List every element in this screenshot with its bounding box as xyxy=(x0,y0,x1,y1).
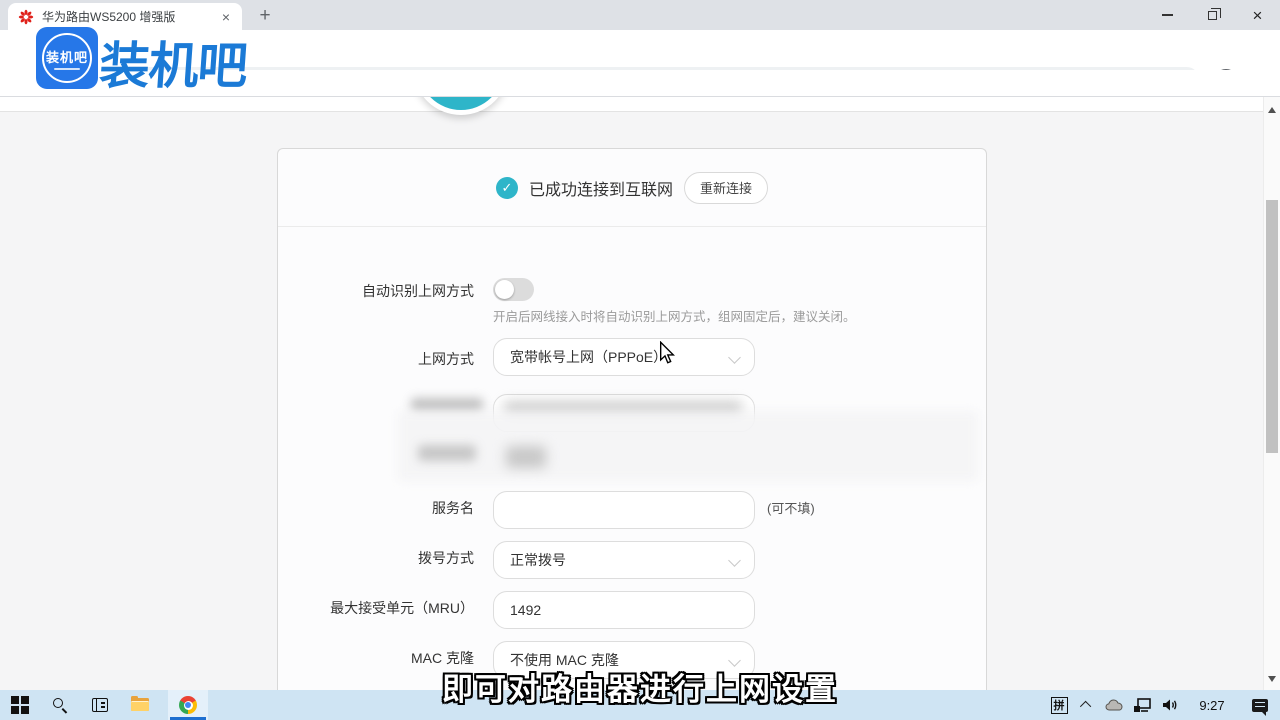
mru-value: 1492 xyxy=(510,602,541,618)
dial-mode-label: 拨号方式 xyxy=(418,548,474,568)
service-name-input[interactable] xyxy=(493,491,755,529)
tab-close-icon[interactable]: × xyxy=(218,9,234,25)
conn-type-label: 上网方式 xyxy=(418,349,474,369)
reconnect-button[interactable]: 重新连接 xyxy=(684,172,768,204)
watermark-badge: 装机吧 xyxy=(36,27,98,89)
close-icon: × xyxy=(1253,7,1263,24)
scroll-up-arrow-icon[interactable] xyxy=(1268,107,1276,113)
window-close-button[interactable]: × xyxy=(1235,0,1280,30)
auto-detect-label: 自动识别上网方式 xyxy=(362,281,474,301)
screen: 华为路由WS5200 增强版 × + × ← 192.168.3.1/html/… xyxy=(0,0,1280,720)
watermark-badge-text: 装机吧 xyxy=(46,47,88,66)
window-restore-button[interactable] xyxy=(1190,0,1235,30)
mru-input[interactable]: 1492 xyxy=(493,591,755,629)
connection-status-row: ✓ 已成功连接到互联网 重新连接 xyxy=(278,149,986,226)
tab-title: 华为路由WS5200 增强版 xyxy=(42,8,218,25)
watermark-badge-ring: 装机吧 xyxy=(42,33,92,83)
chevron-down-icon xyxy=(728,351,741,364)
blur-overlay xyxy=(398,411,978,481)
success-check-icon: ✓ xyxy=(496,177,518,199)
window-minimize-button[interactable] xyxy=(1145,0,1190,30)
conn-type-value: 宽带帐号上网（PPPoE） xyxy=(510,349,667,365)
card-divider xyxy=(278,226,986,227)
minimize-icon xyxy=(1162,14,1173,16)
video-subtitle: 即可对路由器进行上网设置 xyxy=(0,664,1280,709)
page-scrollbar[interactable] xyxy=(1263,97,1280,690)
auto-detect-toggle[interactable] xyxy=(493,278,534,301)
new-tab-button[interactable]: + xyxy=(252,4,278,28)
page-header-band xyxy=(0,97,1280,112)
service-name-hint: (可不填) xyxy=(767,498,815,517)
restore-icon xyxy=(1208,11,1217,20)
blurred-password-label xyxy=(418,445,476,461)
dial-mode-value: 正常拨号 xyxy=(510,552,566,568)
auto-detect-hint: 开启后网线接入时将自动识别上网方式，组网固定后，建议关闭。 xyxy=(493,306,856,325)
toggle-knob xyxy=(495,280,514,299)
page-content: ✓ 已成功连接到互联网 重新连接 自动识别上网方式 开启后网线接入时将自动识别上… xyxy=(0,97,1280,690)
blurred-password-value xyxy=(506,446,546,468)
conn-type-select[interactable]: 宽带帐号上网（PPPoE） xyxy=(493,338,755,376)
chevron-down-icon xyxy=(728,554,741,567)
service-name-label: 服务名 xyxy=(432,498,474,518)
status-message: 已成功连接到互联网 xyxy=(529,176,673,200)
mru-label: 最大接受单元（MRU） xyxy=(330,598,474,618)
dial-mode-select[interactable]: 正常拨号 xyxy=(493,541,755,579)
watermark-badge-subline xyxy=(54,68,80,70)
mouse-cursor xyxy=(658,341,676,370)
internet-settings-card: ✓ 已成功连接到互联网 重新连接 自动识别上网方式 开启后网线接入时将自动识别上… xyxy=(277,148,987,690)
huawei-favicon-icon xyxy=(18,9,34,25)
watermark-logo-text: 装机吧 xyxy=(97,26,249,98)
scrollbar-thumb[interactable] xyxy=(1266,200,1278,453)
